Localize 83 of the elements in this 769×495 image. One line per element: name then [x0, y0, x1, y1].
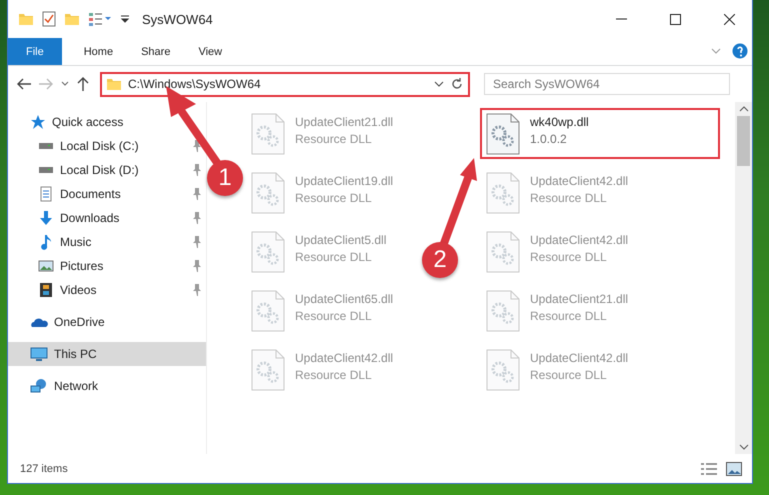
file-name: UpdateClient19.dll — [295, 174, 394, 188]
file-detail: Resource DLL — [530, 250, 608, 264]
file-name: UpdateClient42.dll — [295, 351, 394, 365]
minimize-icon[interactable] — [616, 18, 626, 20]
dropdown-icon[interactable] — [434, 79, 444, 89]
file-detail: Resource DLL — [295, 250, 373, 264]
item-count: 127 items — [20, 462, 69, 474]
folder-icon — [106, 76, 122, 92]
star-icon — [30, 114, 46, 130]
dll-file-icon — [486, 113, 520, 155]
window-title: SysWOW64 — [142, 12, 214, 26]
sidebar-item[interactable]: Videos — [8, 278, 206, 302]
address-path: C:\Windows\SysWOW64 — [128, 77, 262, 91]
address-bar[interactable]: C:\Windows\SysWOW64 — [100, 72, 470, 96]
maximize-icon[interactable] — [670, 14, 680, 24]
file-name: UpdateClient21.dll — [530, 292, 628, 306]
scrollbar[interactable] — [735, 102, 752, 454]
file-detail: Resource DLL — [295, 368, 373, 382]
file-name: wk40wp.dll — [530, 115, 589, 129]
dll-file-icon — [486, 290, 520, 332]
file-detail: Resource DLL — [295, 132, 373, 146]
properties-icon[interactable] — [42, 11, 56, 27]
sidebar-item[interactable]: Music — [8, 230, 206, 254]
pin-icon[interactable] — [192, 212, 202, 224]
file-item[interactable]: wk40wp.dll 1.0.0.2 — [480, 108, 720, 159]
monitor-icon — [30, 346, 48, 362]
dll-file-icon — [251, 113, 285, 155]
ribbon-tab[interactable]: Home — [70, 38, 128, 65]
search-field[interactable]: Search SysWOW64 — [484, 73, 730, 95]
scroll-thumb[interactable] — [737, 116, 750, 166]
close-icon[interactable] — [724, 14, 734, 24]
sidebar-item[interactable]: Local Disk (D:) — [8, 158, 206, 182]
file-detail: Resource DLL — [530, 309, 608, 323]
file-name: UpdateClient5.dll — [295, 233, 386, 247]
sidebar-item[interactable]: Network — [8, 374, 206, 398]
details-view-icon[interactable] — [700, 462, 718, 476]
sidebar-item[interactable]: This PC — [8, 342, 206, 366]
drive-icon — [38, 143, 54, 149]
file-name: UpdateClient42.dll — [530, 174, 628, 188]
sidebar-item[interactable]: Pictures — [8, 254, 206, 278]
file-name: UpdateClient42.dll — [530, 351, 628, 365]
file-name: UpdateClient21.dll — [295, 115, 394, 129]
drive-icon — [38, 167, 54, 173]
file-name: UpdateClient42.dll — [530, 233, 628, 247]
pin-icon[interactable] — [192, 284, 202, 296]
pin-icon[interactable] — [192, 236, 202, 248]
caret-icon[interactable] — [120, 14, 130, 24]
dll-file-icon — [486, 349, 520, 391]
view-options-icon[interactable] — [88, 12, 112, 26]
ribbon-tab[interactable]: View — [184, 38, 236, 65]
file-detail: 1.0.0.2 — [530, 132, 568, 146]
file-detail: Resource DLL — [295, 309, 373, 323]
pin-icon[interactable] — [192, 140, 202, 152]
file-name: UpdateClient65.dll — [295, 292, 394, 306]
file-detail: Resource DLL — [530, 191, 608, 205]
pin-icon[interactable] — [192, 260, 202, 272]
sidebar-item[interactable]: Quick access — [8, 110, 206, 134]
dll-file-icon — [486, 231, 520, 273]
large-icons-view-icon[interactable] — [726, 462, 742, 476]
refresh-icon[interactable] — [450, 77, 464, 91]
network-icon — [30, 378, 48, 394]
file-detail: Resource DLL — [530, 368, 608, 382]
dll-file-icon — [486, 172, 520, 214]
document-icon — [38, 186, 54, 202]
dll-file-icon — [251, 290, 285, 332]
sidebar-item[interactable]: OneDrive — [8, 310, 206, 334]
dll-file-icon — [251, 172, 285, 214]
film-icon — [38, 282, 54, 298]
pin-icon[interactable] — [192, 164, 202, 176]
picture-icon — [38, 258, 54, 274]
up-button[interactable] — [76, 76, 90, 92]
ribbon-tab[interactable]: File — [8, 38, 62, 65]
dll-file-icon — [251, 349, 285, 391]
dll-file-icon — [251, 231, 285, 273]
pin-icon[interactable] — [192, 188, 202, 200]
ribbon-tab[interactable]: Share — [127, 38, 184, 65]
sidebar-item[interactable]: Local Disk (C:) — [8, 134, 206, 158]
back-button[interactable] — [16, 77, 32, 91]
file-detail: Resource DLL — [295, 191, 373, 205]
sidebar-item[interactable]: Documents — [8, 182, 206, 206]
down-arrow-icon — [38, 210, 54, 226]
sidebar-item[interactable]: Downloads — [8, 206, 206, 230]
music-note-icon — [38, 234, 54, 250]
